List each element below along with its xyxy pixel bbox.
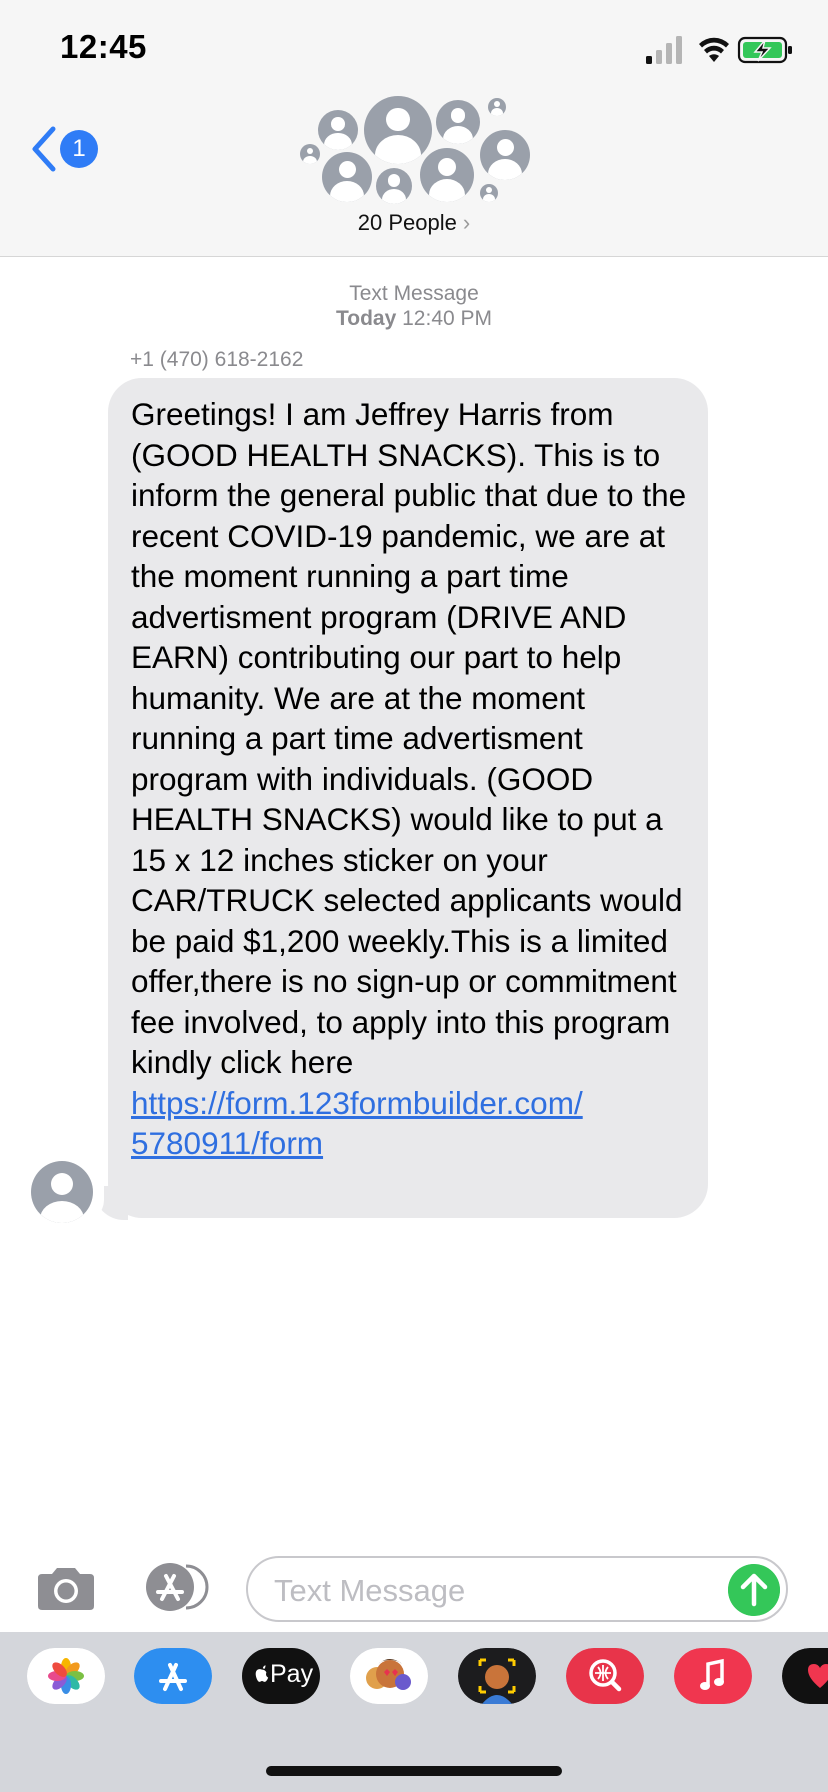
member-avatar: [480, 184, 498, 202]
member-avatar: [318, 110, 358, 150]
chevron-left-icon: [32, 126, 56, 172]
digital-touch-icon[interactable]: [782, 1648, 828, 1704]
timestamp-day: Today: [335, 307, 397, 330]
wifi-icon: [699, 37, 729, 62]
battery-charging-icon: [737, 36, 792, 64]
incoming-message-bubble[interactable]: Greetings! I am Jeffrey Harris from (GOO…: [108, 378, 708, 1218]
cellular-signal-icon: [646, 36, 682, 64]
message-text-field[interactable]: [246, 1556, 788, 1622]
message-timestamp: Today 12:40 PM: [0, 307, 828, 331]
timestamp-time: 12:40 PM: [402, 307, 493, 330]
status-indicators: [646, 36, 792, 64]
apple-pay-label: Pay: [270, 1660, 314, 1688]
chevron-right-icon: ›: [462, 210, 471, 235]
member-avatar: [436, 100, 480, 144]
send-button[interactable]: [728, 1564, 780, 1616]
member-avatar: [420, 148, 474, 202]
images-search-icon[interactable]: [566, 1648, 644, 1704]
unread-count-badge: 1: [60, 130, 98, 168]
member-avatar: [376, 168, 412, 204]
photos-app-icon[interactable]: [27, 1648, 105, 1704]
memoji-icon[interactable]: [458, 1648, 536, 1704]
message-input[interactable]: [272, 1568, 706, 1614]
composer-bar: [0, 1548, 828, 1624]
member-avatar: [300, 144, 320, 164]
memoji-stickers-icon[interactable]: [350, 1648, 428, 1704]
message-service-label: Text Message: [349, 282, 479, 305]
member-avatar: [364, 96, 432, 164]
group-avatar-cluster[interactable]: [290, 92, 540, 210]
back-button[interactable]: 1: [30, 126, 100, 176]
group-name-label: 20 People: [357, 210, 457, 235]
camera-icon[interactable]: [34, 1566, 98, 1612]
sender-avatar[interactable]: [31, 1161, 93, 1223]
member-avatar: [488, 98, 506, 116]
member-avatar: [322, 152, 372, 202]
message-text: Greetings! I am Jeffrey Harris from (GOO…: [131, 396, 687, 1080]
status-time: 12:45: [60, 28, 147, 65]
apple-pay-app-icon[interactable]: Pay: [242, 1648, 320, 1704]
group-title[interactable]: 20 People ›: [0, 210, 828, 236]
apple-logo-icon: [255, 1665, 269, 1682]
app-store-drawer-icon[interactable]: [140, 1562, 212, 1612]
sender-phone-number: +1 (470) 618-2162: [130, 348, 304, 371]
message-link[interactable]: https://form.123formbuilder.com/ 5780911…: [131, 1083, 690, 1164]
conversation-header: 12:45 1 20 People ›: [0, 0, 828, 257]
music-app-icon[interactable]: [674, 1648, 752, 1704]
member-avatar: [480, 130, 530, 180]
home-indicator[interactable]: [266, 1766, 562, 1776]
app-store-app-icon[interactable]: [134, 1648, 212, 1704]
